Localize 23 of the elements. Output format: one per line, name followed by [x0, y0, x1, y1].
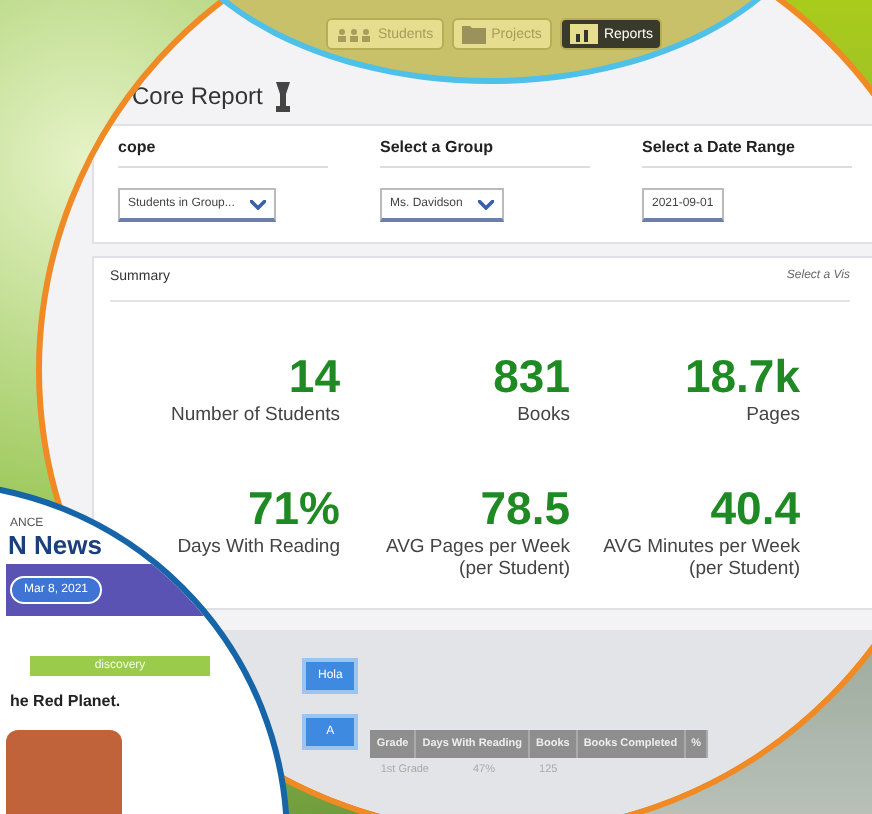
filter-label: cope [118, 138, 328, 168]
stat-label: Books [517, 404, 570, 426]
stat-label: AVG Pages per Week (per Student) [383, 536, 570, 580]
stat-value: 78.5 [480, 486, 570, 532]
chevron-down-icon [478, 199, 495, 209]
stat-value: 71% [247, 486, 340, 532]
page-title: Core Report [132, 82, 263, 110]
chevron-down-icon [250, 199, 267, 209]
folder-icon [461, 24, 486, 44]
stat-label: Pages [746, 404, 800, 426]
stat-value: 831 [493, 354, 570, 400]
stat-label: Days With Reading [177, 536, 340, 558]
filter-label: Select a Date Range [642, 138, 852, 168]
stat-label: Number of Students [171, 404, 340, 426]
stat-value: 40.4 [710, 486, 800, 532]
filter-label: Select a Group [380, 138, 590, 168]
stat-value: 14 [288, 354, 340, 400]
brand-name: N News [8, 530, 102, 560]
stat-label: AVG Minutes per Week (per Student) [601, 536, 800, 580]
bar-chart-icon [569, 24, 598, 44]
stat-value: 18.7k [684, 354, 800, 400]
people-icon [336, 27, 372, 41]
article-headline: he Red Planet. [10, 692, 121, 710]
